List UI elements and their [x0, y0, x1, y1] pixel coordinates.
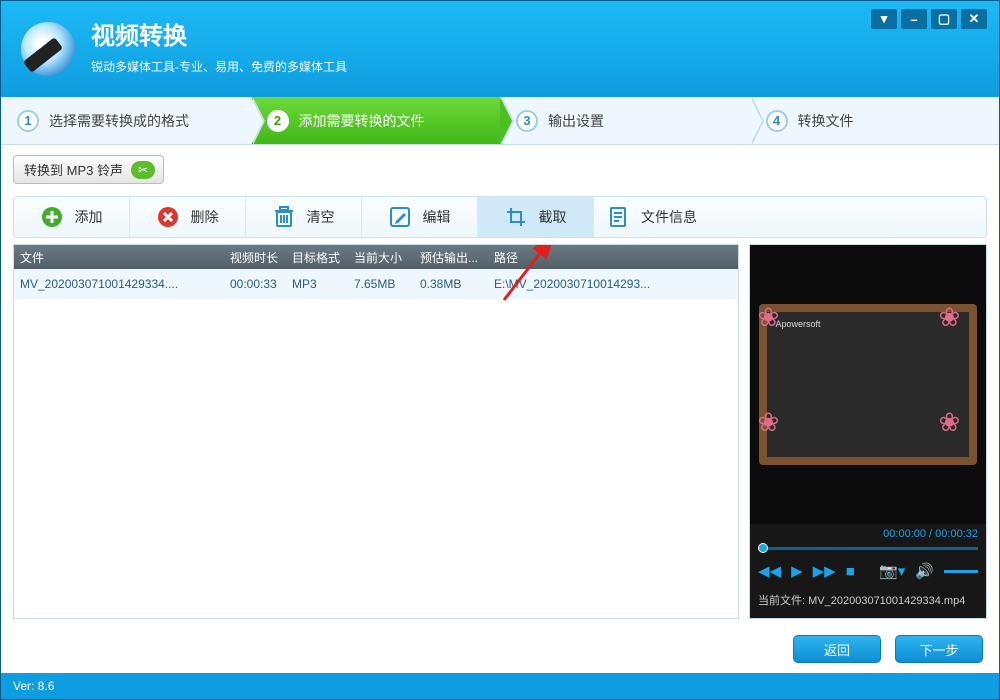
back-button[interactable]: 返回: [793, 635, 881, 663]
step-label: 选择需要转换成的格式: [49, 111, 189, 131]
document-icon: [607, 206, 629, 228]
trash-icon: [273, 206, 295, 228]
window-menu-button[interactable]: ▾: [871, 9, 897, 29]
cell-duration: 00:00:33: [224, 277, 286, 291]
next-button[interactable]: 下一步: [895, 635, 983, 663]
footer-buttons: 返回 下一步: [1, 629, 999, 673]
snapshot-icon[interactable]: 📷▾: [879, 562, 905, 580]
action-toolbar: 添加 删除 清空 编辑 截取 文件信息: [13, 196, 987, 238]
app-title: 视频转换: [91, 23, 347, 52]
cut-label: 截取: [539, 207, 567, 227]
cell-format: MP3: [286, 277, 348, 291]
step-label: 输出设置: [548, 111, 604, 131]
time-total: 00:00:32: [935, 528, 978, 540]
time-display: 00:00:00 / 00:00:32: [750, 524, 986, 542]
tools-icon: ✂: [131, 161, 155, 179]
version-label: Ver: 8.6: [13, 679, 54, 693]
title-text: 视频转换 锐动多媒体工具-专业、易用、免费的多媒体工具: [91, 23, 347, 75]
time-current: 00:00:00: [883, 528, 926, 540]
col-format[interactable]: 目标格式: [286, 249, 348, 266]
col-estimate[interactable]: 预估输出...: [414, 249, 488, 266]
preview-panel: Apowersoft 00:00:00 / 00:00:32 ◀◀ ▶ ▶▶ ■…: [749, 244, 987, 619]
volume-slider[interactable]: [944, 570, 978, 573]
step-number: 2: [267, 110, 289, 132]
cell-path: E:\MV_2020030710014293...: [488, 277, 738, 291]
version-bar: Ver: 8.6: [1, 673, 999, 699]
crop-icon: [505, 206, 527, 228]
add-icon: [41, 206, 63, 228]
volume-icon[interactable]: 🔊: [915, 562, 934, 580]
cut-button[interactable]: 截取: [478, 197, 594, 237]
cell-file: MV_202003071001429334....: [14, 277, 224, 291]
minimize-button[interactable]: –: [901, 9, 927, 29]
step-label: 转换文件: [798, 111, 854, 131]
current-file-display: 当前文件: MV_202003071001429334.mp4: [750, 586, 986, 618]
app-logo-icon: [19, 20, 77, 78]
current-file-label: 当前文件:: [758, 595, 805, 607]
table-header: 文件 视频时长 目标格式 当前大小 预估输出... 路径: [14, 245, 738, 269]
player-controls: ◀◀ ▶ ▶▶ ■ 📷▾ 🔊: [750, 560, 986, 586]
app-subtitle: 锐动多媒体工具-专业、易用、免费的多媒体工具: [91, 58, 347, 75]
progress-slider[interactable]: [758, 542, 978, 554]
title-bar: 视频转换 锐动多媒体工具-专业、易用、免费的多媒体工具 ▾ – ▢ ✕: [1, 1, 999, 97]
col-size[interactable]: 当前大小: [348, 249, 414, 266]
delete-icon: [157, 206, 179, 228]
video-preview[interactable]: Apowersoft: [750, 245, 986, 524]
fileinfo-button[interactable]: 文件信息: [594, 197, 710, 237]
step-number: 4: [766, 110, 788, 132]
delete-button[interactable]: 删除: [130, 197, 246, 237]
clear-button[interactable]: 清空: [246, 197, 362, 237]
window-controls: ▾ – ▢ ✕: [871, 9, 987, 29]
add-label: 添加: [75, 207, 103, 227]
delete-label: 删除: [191, 207, 219, 227]
close-button[interactable]: ✕: [961, 9, 987, 29]
step-convert[interactable]: 4 转换文件: [750, 97, 1000, 144]
stop-icon[interactable]: ■: [846, 563, 855, 580]
maximize-button[interactable]: ▢: [931, 9, 957, 29]
app-window: 视频转换 锐动多媒体工具-专业、易用、免费的多媒体工具 ▾ – ▢ ✕ 1 选择…: [0, 0, 1000, 700]
step-add-files[interactable]: 2 添加需要转换的文件: [251, 97, 501, 144]
edit-button[interactable]: 编辑: [362, 197, 478, 237]
forward-icon[interactable]: ▶▶: [813, 562, 836, 580]
step-label: 添加需要转换的文件: [299, 111, 425, 131]
fileinfo-label: 文件信息: [641, 207, 697, 227]
edit-label: 编辑: [423, 207, 451, 227]
col-duration[interactable]: 视频时长: [224, 249, 286, 266]
table-body: MV_202003071001429334.... 00:00:33 MP3 7…: [14, 269, 738, 618]
edit-icon: [389, 206, 411, 228]
clear-label: 清空: [307, 207, 335, 227]
step-output-settings[interactable]: 3 输出设置: [500, 97, 750, 144]
cell-size: 7.65MB: [348, 277, 414, 291]
play-icon[interactable]: ▶: [791, 562, 803, 580]
file-table: 文件 视频时长 目标格式 当前大小 预估输出... 路径 MV_20200307…: [13, 244, 739, 619]
add-button[interactable]: 添加: [14, 197, 130, 237]
toolbar-area: 转换到 MP3 铃声 ✂: [1, 145, 999, 190]
step-select-format[interactable]: 1 选择需要转换成的格式: [1, 97, 251, 144]
step-number: 1: [17, 110, 39, 132]
target-format-label: 转换到 MP3 铃声: [24, 160, 123, 179]
cell-estimate: 0.38MB: [414, 277, 488, 291]
current-file-name: MV_202003071001429334.mp4: [808, 595, 965, 607]
table-row[interactable]: MV_202003071001429334.... 00:00:33 MP3 7…: [14, 269, 738, 299]
col-file[interactable]: 文件: [14, 249, 224, 266]
step-bar: 1 选择需要转换成的格式 2 添加需要转换的文件 3 输出设置 4 转换文件: [1, 97, 999, 145]
content-area: 文件 视频时长 目标格式 当前大小 预估输出... 路径 MV_20200307…: [1, 238, 999, 629]
rewind-icon[interactable]: ◀◀: [758, 562, 781, 580]
step-number: 3: [516, 110, 538, 132]
video-frame: Apowersoft: [759, 304, 976, 466]
col-path[interactable]: 路径: [488, 249, 738, 266]
target-format-pill[interactable]: 转换到 MP3 铃声 ✂: [13, 155, 164, 184]
